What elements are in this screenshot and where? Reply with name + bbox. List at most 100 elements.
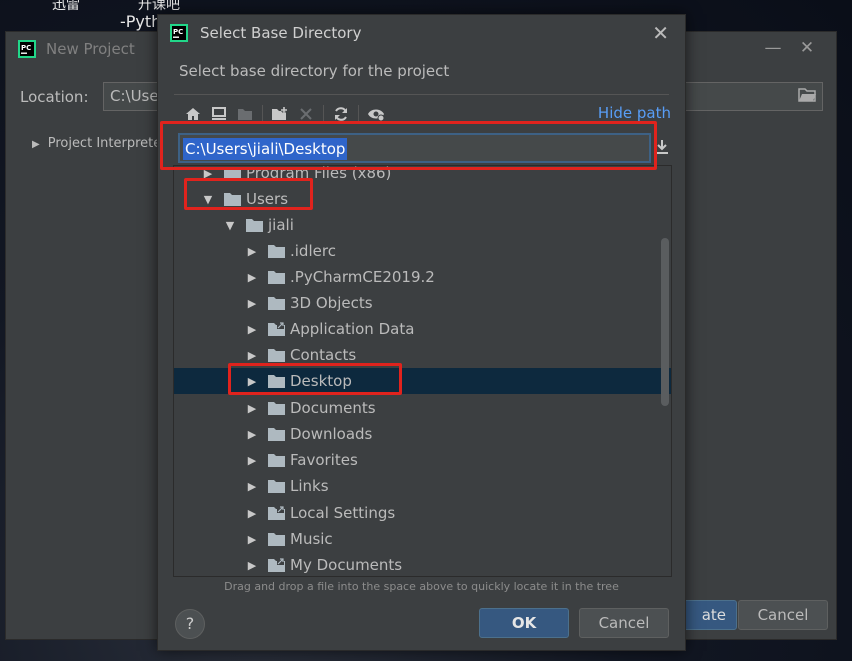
tree-item-label: Contacts [290, 346, 357, 364]
tree-item-contacts[interactable]: ▶ Contacts [174, 342, 671, 368]
new-folder-icon[interactable] [267, 103, 293, 125]
tree-item-users[interactable]: ▼ Users [174, 186, 671, 212]
desktop-icon[interactable] [206, 103, 232, 125]
folder-link-icon [268, 506, 285, 520]
folder-icon [268, 270, 285, 284]
refresh-icon[interactable] [328, 103, 354, 125]
window-title: New Project [46, 40, 135, 58]
pycharm-logo-icon: PC [170, 24, 188, 42]
tree-item-label: jiali [268, 216, 294, 234]
toolbar-divider [262, 105, 263, 123]
show-hidden-files-icon[interactable] [363, 103, 389, 125]
desktop-icon-label: 迅雷 [52, 0, 80, 13]
bg-cancel-button[interactable]: Cancel [738, 600, 828, 630]
browse-folder-icon[interactable] [798, 87, 816, 106]
expand-arrow-icon[interactable]: ▶ [244, 480, 260, 493]
tree-item-label: Program Files (x86) [246, 165, 392, 182]
tree-item-label: My Documents [290, 556, 403, 574]
expand-arrow-icon[interactable]: ▶ [244, 297, 260, 310]
path-input-value: C:\Users\jiali\Desktop [183, 138, 348, 160]
folder-icon [268, 244, 285, 258]
drag-drop-hint: Drag and drop a file into the space abov… [224, 580, 619, 593]
tree-item-label: Application Data [290, 320, 415, 338]
minimize-button[interactable]: — [758, 38, 788, 60]
svg-text:PC: PC [21, 44, 31, 52]
expand-arrow-icon[interactable]: ▶ [244, 402, 260, 415]
help-button[interactable]: ? [175, 609, 205, 639]
expand-arrow-icon[interactable]: ▶ [244, 375, 260, 388]
tree-item-pycharmce2019-2[interactable]: ▶ .PyCharmCE2019.2 [174, 264, 671, 290]
tree-item-downloads[interactable]: ▶ Downloads [174, 421, 671, 447]
tree-item-label: Local Settings [290, 504, 396, 522]
folder-icon [246, 218, 263, 232]
expand-arrow-icon[interactable]: ▶ [200, 167, 216, 180]
collapse-arrow-icon[interactable]: ▼ [222, 219, 238, 232]
desktop-icon-label: -Pyth [120, 12, 162, 31]
tree-item-3d-objects[interactable]: ▶ 3D Objects [174, 290, 671, 316]
cancel-button[interactable]: Cancel [579, 608, 669, 638]
tree-item-label: Downloads [290, 425, 373, 443]
folder-icon [268, 348, 285, 362]
folder-icon [268, 427, 285, 441]
file-chooser-toolbar [180, 103, 389, 125]
ok-button[interactable]: OK [479, 608, 569, 638]
toolbar-divider [358, 105, 359, 123]
expand-arrow-icon[interactable]: ▶ [244, 349, 260, 362]
expand-arrow-icon[interactable]: ▶ [244, 428, 260, 441]
divider [174, 94, 669, 95]
expand-arrow-icon[interactable]: ▶ [244, 533, 260, 546]
folder-icon [268, 479, 285, 493]
tree-item-label: .idlerc [290, 242, 336, 260]
dialog-description: Select base directory for the project [179, 62, 450, 80]
folder-icon [268, 401, 285, 415]
folder-icon [268, 453, 285, 467]
tree-item-idlerc[interactable]: ▶ .idlerc [174, 238, 671, 264]
location-label: Location: [20, 88, 89, 106]
folder-link-icon [268, 322, 285, 336]
tree-item-links[interactable]: ▶ Links [174, 473, 671, 499]
close-window-button[interactable]: ✕ [792, 38, 822, 60]
project-folder-icon [232, 103, 258, 125]
tree-item-label: .PyCharmCE2019.2 [290, 268, 435, 286]
expand-arrow-icon[interactable]: ▶ [244, 454, 260, 467]
tree-item-favorites[interactable]: ▶ Favorites [174, 447, 671, 473]
tree-item-label: Music [290, 530, 333, 548]
tree-item-my-documents[interactable]: ▶ My Documents [174, 552, 671, 576]
tree-scrollbar[interactable] [661, 238, 669, 406]
hide-path-link[interactable]: Hide path [598, 104, 671, 122]
expand-arrow-icon[interactable]: ▶ [244, 559, 260, 572]
tree-item-program-files-x86[interactable]: ▶ Program Files (x86) [174, 165, 671, 186]
expand-arrow-icon[interactable]: ▶ [244, 245, 260, 258]
folder-icon [224, 192, 241, 206]
tree-item-application-data[interactable]: ▶ Application Data [174, 316, 671, 342]
svg-text:PC: PC [173, 28, 183, 36]
collapse-arrow-icon[interactable]: ▼ [200, 193, 216, 206]
expand-arrow-icon[interactable]: ▶ [244, 323, 260, 336]
dialog-title: Select Base Directory [200, 24, 362, 42]
folder-icon [224, 166, 241, 180]
tree-item-documents[interactable]: ▶ Documents [174, 395, 671, 421]
download-icon[interactable] [655, 139, 669, 159]
home-icon[interactable] [180, 103, 206, 125]
tree-item-label: Favorites [290, 451, 358, 469]
tree-item-label: 3D Objects [290, 294, 373, 312]
tree-item-music[interactable]: ▶ Music [174, 526, 671, 552]
expand-arrow-icon[interactable]: ▶ [244, 507, 260, 520]
tree-item-local-settings[interactable]: ▶ Local Settings [174, 500, 671, 526]
expand-arrow-icon: ▶ [32, 139, 40, 150]
tree-item-jiali[interactable]: ▼ jiali [174, 212, 671, 238]
tree-item-label: Links [290, 477, 329, 495]
toolbar-divider [323, 105, 324, 123]
path-input-field[interactable]: C:\Users\jiali\Desktop [178, 133, 651, 163]
expand-arrow-icon[interactable]: ▶ [244, 271, 260, 284]
tree-item-label: Documents [290, 399, 376, 417]
project-interpreter-section[interactable]: ▶ Project Interprete [32, 136, 161, 151]
folder-link-icon [268, 558, 285, 572]
select-base-directory-dialog: PC Select Base Directory ✕ Select base d… [157, 14, 686, 651]
directory-tree[interactable]: ▶ Program Files (x86) ▼ Users ▼ jiali ▶ … [173, 165, 672, 577]
folder-icon [268, 532, 285, 546]
dialog-titlebar: PC Select Base Directory [170, 24, 361, 42]
dialog-close-button[interactable]: ✕ [652, 21, 669, 45]
tree-item-desktop[interactable]: ▶ Desktop [174, 368, 671, 394]
folder-icon [268, 374, 285, 388]
